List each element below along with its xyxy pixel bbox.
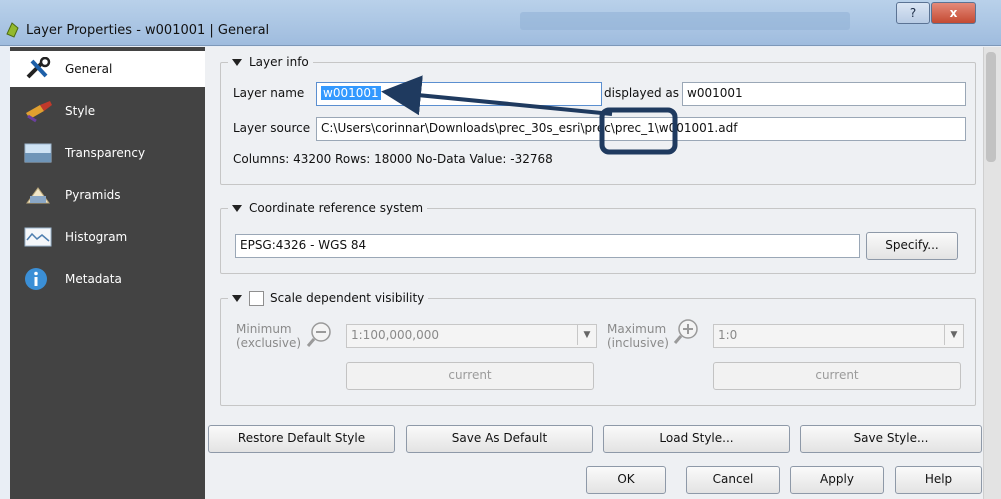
- annotation-arrow: [381, 75, 613, 116]
- minimum-label: Minimum (exclusive): [236, 322, 302, 350]
- help-button[interactable]: Help: [895, 466, 982, 494]
- scale-visibility-checkbox[interactable]: [249, 291, 264, 306]
- load-style-button[interactable]: Load Style...: [603, 425, 790, 453]
- scale-visibility-legend[interactable]: Scale dependent visibility: [228, 291, 429, 306]
- minimum-scale-combo[interactable]: 1:100,000,000 ▼: [346, 324, 597, 348]
- save-style-button[interactable]: Save Style...: [800, 425, 982, 453]
- crs-legend[interactable]: Coordinate reference system: [228, 201, 428, 215]
- chevron-down-icon: ▼: [944, 325, 963, 345]
- ok-button[interactable]: OK: [586, 466, 666, 494]
- annotation-highlight-box: [599, 107, 678, 155]
- minimum-scale-value: 1:100,000,000: [351, 328, 440, 342]
- cancel-button[interactable]: Cancel: [686, 466, 780, 494]
- maximum-scale-value: 1:0: [718, 328, 738, 342]
- maximum-scale-combo[interactable]: 1:0 ▼: [713, 324, 964, 348]
- maximum-label: Maximum (inclusive): [607, 322, 669, 350]
- apply-button[interactable]: Apply: [790, 466, 884, 494]
- chevron-down-icon: ▼: [577, 325, 596, 345]
- zoom-in-icon[interactable]: [672, 317, 702, 347]
- crs-field[interactable]: EPSG:4326 - WGS 84: [235, 234, 860, 258]
- save-as-default-button[interactable]: Save As Default: [406, 425, 593, 453]
- current-min-scale-button[interactable]: current: [346, 362, 594, 390]
- current-max-scale-button[interactable]: current: [713, 362, 961, 390]
- collapse-triangle-icon: [232, 295, 242, 302]
- scale-visibility-title: Scale dependent visibility: [270, 291, 425, 305]
- zoom-out-icon[interactable]: [305, 320, 335, 350]
- specify-crs-button[interactable]: Specify...: [866, 232, 958, 260]
- restore-default-style-button[interactable]: Restore Default Style: [208, 425, 395, 453]
- collapse-triangle-icon: [232, 205, 242, 212]
- crs-title: Coordinate reference system: [249, 201, 424, 215]
